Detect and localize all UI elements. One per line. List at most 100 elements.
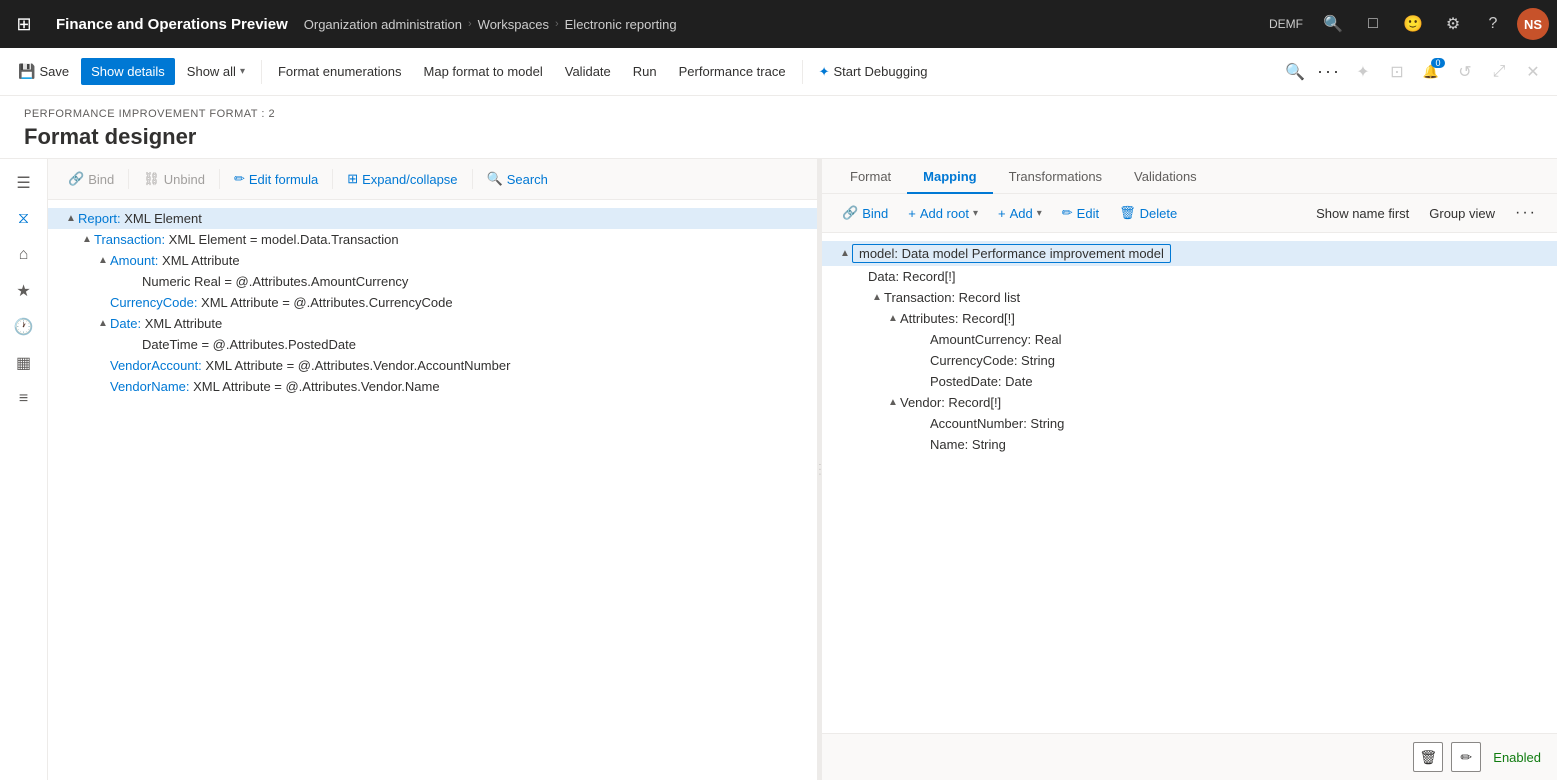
add-plus-icon: + (998, 206, 1006, 221)
right-tree-item[interactable]: AmountCurrency: Real (822, 329, 1557, 350)
search-icon: 🔍 (487, 171, 503, 187)
validate-button[interactable]: Validate (555, 58, 621, 85)
breadcrumb: Organization administration › Workspaces… (304, 17, 1259, 32)
bottom-bar: 🗑 ✏ Enabled (822, 733, 1557, 780)
tree-item[interactable]: ▲ Report: XML Element (48, 208, 817, 229)
right-tree-item[interactable]: Data: Record[!] (822, 266, 1557, 287)
left-sidebar: ☰ ⧖ ⌂ ★ 🕐 ▦ ≡ (0, 159, 48, 780)
left-tree: ▲ Report: XML Element ▲ Transaction: XML… (48, 200, 817, 780)
main-toolbar: 💾 Save Show details Show all ▾ Format en… (0, 48, 1557, 96)
right-tree-item[interactable]: ▲ Attributes: Record[!] (822, 308, 1557, 329)
save-icon: 💾 (18, 63, 35, 80)
sidebar-list-icon[interactable]: ≡ (8, 383, 40, 415)
right-more-button[interactable]: ··· (1507, 200, 1545, 226)
panel-sep1 (128, 169, 129, 189)
tab-mapping[interactable]: Mapping (907, 159, 992, 194)
tree-item[interactable]: VendorAccount: XML Attribute = @.Attribu… (48, 355, 817, 376)
edit-button[interactable]: ✏ Edit (1054, 201, 1107, 225)
breadcrumb-reporting[interactable]: Electronic reporting (565, 17, 677, 32)
sidebar-favorites-icon[interactable]: ★ (8, 275, 40, 307)
toolbar-search-icon[interactable]: 🔍 (1279, 56, 1311, 88)
toolbar-icon1[interactable]: ⊡ (1381, 56, 1413, 88)
format-enumerations-button[interactable]: Format enumerations (268, 58, 412, 85)
bottom-delete-button[interactable]: 🗑 (1413, 742, 1443, 772)
tree-toggle-icon[interactable]: ▲ (80, 234, 94, 245)
tab-format[interactable]: Format (834, 159, 907, 194)
bottom-edit-button[interactable]: ✏ (1451, 742, 1481, 772)
show-name-first-button[interactable]: Show name first (1308, 202, 1417, 225)
start-debugging-button[interactable]: ✦ Start Debugging (809, 58, 938, 86)
sidebar-filter-icon[interactable]: ⧖ (8, 203, 40, 235)
run-button[interactable]: Run (623, 58, 667, 85)
app-grid-icon[interactable]: ⊞ (8, 8, 40, 40)
delete-button[interactable]: 🗑 Delete (1111, 201, 1185, 225)
env-badge: DEMF (1263, 15, 1309, 33)
right-panel: Format Mapping Transformations Validatio… (822, 159, 1557, 780)
user-avatar[interactable]: NS (1517, 8, 1549, 40)
tree-item[interactable]: CurrencyCode: XML Attribute = @.Attribut… (48, 292, 817, 313)
tree-item[interactable]: ▲ Date: XML Attribute (48, 313, 817, 334)
right-tree-item[interactable]: CurrencyCode: String (822, 350, 1557, 371)
tree-item[interactable]: ▲ Amount: XML Attribute (48, 250, 817, 271)
bind-button[interactable]: 🔗 Bind (60, 167, 122, 191)
show-all-button[interactable]: Show all ▾ (177, 58, 255, 85)
tree-item[interactable]: ▲ Transaction: XML Element = model.Data.… (48, 229, 817, 250)
sidebar-menu-icon[interactable]: ☰ (8, 167, 40, 199)
toolbar-refresh-icon[interactable]: ↺ (1449, 56, 1481, 88)
add-button[interactable]: + Add ▾ (990, 202, 1050, 225)
sidebar-recent-icon[interactable]: 🕐 (8, 311, 40, 343)
toolbar-more-icon[interactable]: ··· (1313, 56, 1345, 88)
toolbar-close-icon[interactable]: ✕ (1517, 56, 1549, 88)
add-dropdown-icon: ▾ (1037, 208, 1042, 219)
right-tree-item[interactable]: PostedDate: Date (822, 371, 1557, 392)
model-label: model: Data model Performance improvemen… (852, 244, 1171, 263)
tree-toggle-icon[interactable]: ▲ (96, 255, 110, 266)
right-tree-item[interactable]: ▲ Vendor: Record[!] (822, 392, 1557, 413)
performance-trace-button[interactable]: Performance trace (669, 58, 796, 85)
breadcrumb-sep1: › (468, 18, 472, 30)
breadcrumb-workspaces[interactable]: Workspaces (478, 17, 549, 32)
tree-item[interactable]: VendorName: XML Attribute = @.Attributes… (48, 376, 817, 397)
right-tree-item[interactable]: AccountNumber: String (822, 413, 1557, 434)
toolbar-expand-icon[interactable]: ⤢ (1483, 56, 1515, 88)
right-tree-item[interactable]: ▲ model: Data model Performance improvem… (822, 241, 1557, 266)
group-view-button[interactable]: Group view (1421, 202, 1503, 225)
right-tree-item[interactable]: Name: String (822, 434, 1557, 455)
unbind-button[interactable]: ⛓ Unbind (135, 167, 213, 191)
settings-icon-btn[interactable]: ⚙ (1437, 8, 1469, 40)
right-tree-item[interactable]: ▲ Transaction: Record list (822, 287, 1557, 308)
tree-toggle-icon[interactable]: ▲ (886, 397, 900, 408)
edit-formula-icon: ✏ (234, 171, 245, 187)
notification-btn[interactable]: 🔔 0 (1415, 56, 1447, 88)
tab-transformations[interactable]: Transformations (993, 159, 1118, 194)
tree-toggle-icon[interactable]: ▲ (886, 313, 900, 324)
right-tree: ▲ model: Data model Performance improvem… (822, 233, 1557, 733)
chat-icon-btn[interactable]: □ (1357, 8, 1389, 40)
sidebar-workspaces-icon[interactable]: ▦ (8, 347, 40, 379)
tree-toggle-icon[interactable]: ▲ (96, 318, 110, 329)
expand-collapse-button[interactable]: ⊞ Expand/collapse (339, 167, 465, 191)
tree-toggle-icon[interactable]: ▲ (870, 292, 884, 303)
save-button[interactable]: 💾 Save (8, 57, 79, 86)
toolbar-customize-icon[interactable]: ✦ (1347, 56, 1379, 88)
search-button[interactable]: 🔍 Search (479, 167, 556, 191)
help-icon-btn[interactable]: ? (1477, 8, 1509, 40)
map-format-button[interactable]: Map format to model (414, 58, 553, 85)
right-bind-button[interactable]: 🔗 Bind (834, 201, 896, 225)
tree-toggle-icon[interactable]: ▲ (64, 213, 78, 224)
tree-toggle-icon[interactable]: ▲ (838, 248, 852, 259)
show-details-button[interactable]: Show details (81, 58, 175, 85)
show-all-dropdown-icon: ▾ (240, 66, 245, 77)
tree-item[interactable]: DateTime = @.Attributes.PostedDate (48, 334, 817, 355)
search-icon-btn[interactable]: 🔍 (1317, 8, 1349, 40)
emoji-icon-btn[interactable]: 🙂 (1397, 8, 1429, 40)
add-root-button[interactable]: + Add root ▾ (900, 202, 986, 225)
bottom-edit-icon: ✏ (1460, 749, 1472, 766)
breadcrumb-org[interactable]: Organization administration (304, 17, 462, 32)
edit-formula-button[interactable]: ✏ Edit formula (226, 167, 326, 191)
tree-item[interactable]: Numeric Real = @.Attributes.AmountCurren… (48, 271, 817, 292)
panel-sep4 (472, 169, 473, 189)
sidebar-home-icon[interactable]: ⌂ (8, 239, 40, 271)
toolbar-sep2 (802, 60, 803, 84)
tab-validations[interactable]: Validations (1118, 159, 1213, 194)
